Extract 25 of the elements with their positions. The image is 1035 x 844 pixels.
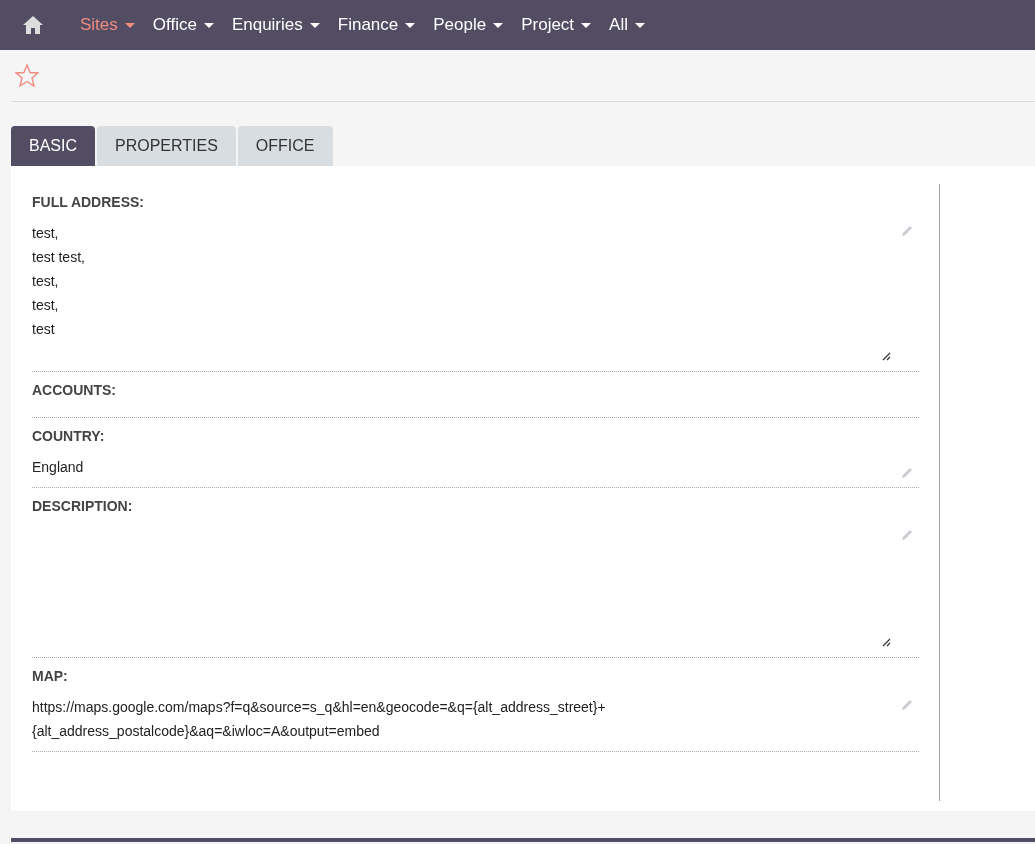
field-label: FULL ADDRESS: <box>32 193 145 212</box>
nav-menu-item[interactable]: Project <box>521 12 592 38</box>
field-value: https://maps.google.com/maps?f=q&source=s_q&hl=en&geocode=&q={alt_address_street}+ {alt_address_postalcode}&aq=&iwloc=A&output=embed <box>32 698 606 741</box>
field-value: England <box>32 458 84 477</box>
resize-handle-icon[interactable] <box>882 352 891 361</box>
field-value: test, test test, test, test, test <box>32 224 85 339</box>
tab[interactable]: OFFICE <box>237 126 333 166</box>
pencil-icon[interactable] <box>901 224 914 237</box>
resize-handle-icon[interactable] <box>882 638 891 647</box>
pencil-icon[interactable] <box>901 466 914 479</box>
nav-menu-item[interactable]: People <box>433 12 504 38</box>
tab[interactable]: PROPERTIES <box>97 126 236 166</box>
home-icon[interactable] <box>22 15 44 35</box>
nav-menu-item[interactable]: Finance <box>337 12 416 38</box>
field-label: MAP: <box>32 667 69 686</box>
star-icon[interactable] <box>15 64 39 87</box>
pencil-icon[interactable] <box>901 528 914 541</box>
tab[interactable]: BASIC <box>11 126 95 166</box>
nav-menu-item[interactable]: Enquiries <box>231 12 320 38</box>
field-label: DESCRIPTION: <box>32 497 134 516</box>
pencil-icon[interactable] <box>901 698 914 711</box>
field-label: COUNTRY: <box>32 427 106 446</box>
nav-menu-item[interactable]: All <box>609 12 645 38</box>
field-label: ACCOUNTS: <box>32 381 117 400</box>
nav-menu-item[interactable]: Office <box>152 12 214 38</box>
